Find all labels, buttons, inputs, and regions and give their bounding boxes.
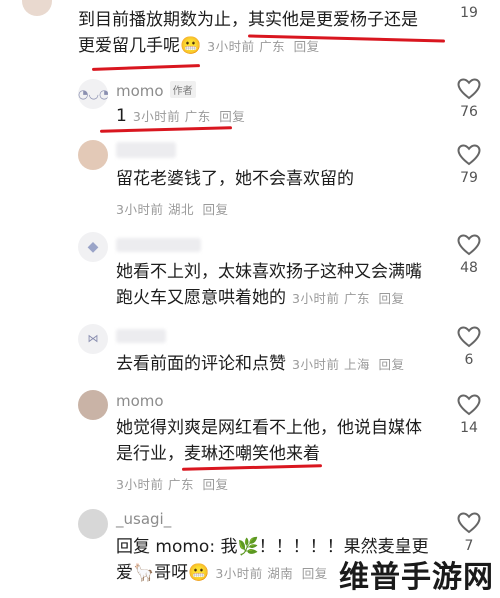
comment-6: momo 她觉得刘爽是网红看不上他，他说自媒体 是行业，麦琳还嘲笑他来着 3小时… <box>0 390 500 505</box>
avatar[interactable]: ◔◡◔ <box>78 79 108 109</box>
heart-outline-icon <box>457 326 481 348</box>
like-count: 14 <box>460 420 478 436</box>
username[interactable]: momo 作者 <box>116 81 196 100</box>
heart-outline-icon <box>457 144 481 166</box>
reply-button[interactable]: 回复 <box>378 291 404 306</box>
reply-button[interactable]: 回复 <box>219 109 245 124</box>
comment-meta: 3小时前 湖北 回复 <box>116 199 228 218</box>
comment-time: 3小时前 <box>132 109 181 124</box>
like-count: 76 <box>460 104 478 120</box>
comment-1: 到目前播放期数为止，其实他是更爱杨子还是 更爱留几手呢😬 3小时前 广东 回复 1… <box>0 0 500 75</box>
like-count: 19 <box>460 5 478 21</box>
comment-2: ◔◡◔ momo 作者 1 3小时前 广东 回复 76 <box>0 78 500 138</box>
avatar[interactable]: ⋈ <box>78 324 108 354</box>
comment-location: 广东 <box>167 477 194 492</box>
comment-location: 广东 <box>184 109 211 124</box>
reply-button[interactable]: 回复 <box>202 202 228 217</box>
like-button[interactable]: 76 <box>452 78 486 120</box>
reply-button[interactable]: 回复 <box>294 39 320 54</box>
username[interactable] <box>116 142 176 158</box>
like-button[interactable]: 79 <box>452 144 486 186</box>
site-watermark: 维普手游网 <box>339 560 494 595</box>
comment-text: 去看前面的评论和点赞 3小时前 上海 回复 <box>116 354 405 374</box>
avatar[interactable] <box>78 509 108 539</box>
annotation-underline <box>91 64 201 71</box>
heart-outline-icon <box>457 394 481 416</box>
bow-icon: ⋈ <box>87 332 99 345</box>
comment-location: 湖北 <box>167 202 194 217</box>
comment-location: 广东 <box>343 291 370 306</box>
username[interactable] <box>116 238 201 252</box>
like-button[interactable]: 48 <box>452 234 486 276</box>
heart-outline-icon <box>457 512 481 534</box>
avatar[interactable]: ◆ <box>78 232 108 262</box>
comment-time: 3小时前 <box>116 477 164 492</box>
like-button[interactable]: 7 <box>452 512 486 554</box>
reply-button[interactable]: 回复 <box>302 566 328 581</box>
comment-location: 湖南 <box>267 566 294 581</box>
comment-location: 上海 <box>343 357 370 372</box>
like-count: 48 <box>460 260 478 276</box>
username[interactable]: _usagi_ <box>116 510 171 528</box>
like-button[interactable]: 6 <box>452 326 486 368</box>
reply-button[interactable]: 回复 <box>378 357 404 372</box>
comment-text: 到目前播放期数为止，其实他是更爱杨子还是 更爱留几手呢😬 3小时前 广东 回复 <box>78 10 418 56</box>
comment-time: 3小时前 <box>215 566 263 581</box>
username[interactable]: momo <box>116 392 164 410</box>
avatar[interactable] <box>22 0 52 16</box>
avatar[interactable] <box>78 390 108 420</box>
comment-5: ⋈ 去看前面的评论和点赞 3小时前 上海 回复 6 <box>0 324 500 384</box>
comment-meta: 3小时前 广东 回复 <box>116 474 228 493</box>
like-count: 6 <box>464 352 474 368</box>
heart-outline-icon <box>457 234 481 256</box>
comment-time: 3小时前 <box>292 291 340 306</box>
username[interactable] <box>116 329 166 343</box>
like-button[interactable]: 14 <box>452 394 486 436</box>
reply-button[interactable]: 回复 <box>202 477 228 492</box>
comment-text: 她觉得刘爽是网红看不上他，他说自媒体 是行业，麦琳还嘲笑他来着 <box>116 418 422 464</box>
comment-text: 她看不上刘，太妹喜欢扬子这种又会满嘴 跑火车又愿意哄着她的 3小时前 广东 回复 <box>116 262 422 308</box>
heart-outline-icon <box>457 78 481 100</box>
comment-time: 3小时前 <box>116 202 164 217</box>
comment-time: 3小时前 <box>207 39 255 54</box>
diamond-icon: ◆ <box>87 239 99 255</box>
comment-text: 留花老婆钱了，她不会喜欢留的 <box>116 169 354 189</box>
comment-3: 留花老婆钱了，她不会喜欢留的 3小时前 湖北 回复 79 <box>0 140 500 225</box>
comment-4: ◆ 她看不上刘，太妹喜欢扬子这种又会满嘴 跑火车又愿意哄着她的 3小时前 广东 回… <box>0 232 500 317</box>
like-button[interactable]: 19 <box>452 5 486 21</box>
author-badge: 作者 <box>169 81 196 98</box>
avatar[interactable] <box>78 140 108 170</box>
comment-location: 广东 <box>259 39 286 54</box>
comment-time: 3小时前 <box>292 357 340 372</box>
avatar-face-icon: ◔◡◔ <box>78 87 108 101</box>
like-count: 79 <box>460 170 478 186</box>
